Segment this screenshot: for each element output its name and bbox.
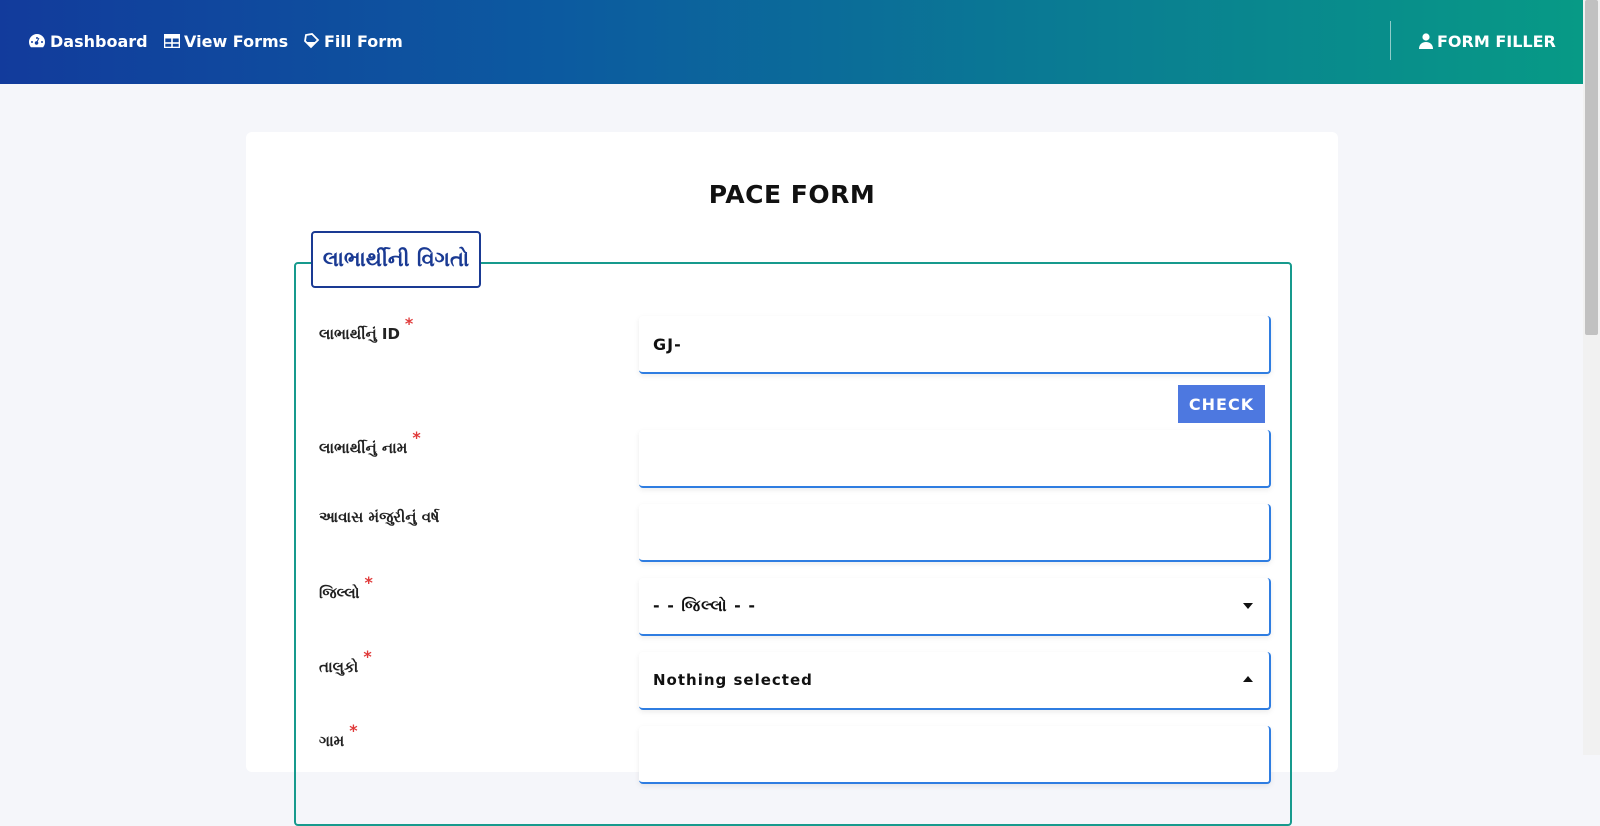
required-mark: * — [412, 428, 421, 447]
form-card: PACE FORM લાભાર્થીની વિગતો લાભાર્થીનું I… — [246, 132, 1338, 826]
required-mark: * — [363, 647, 372, 666]
beneficiary-id-input[interactable]: GJ- — [639, 316, 1271, 374]
beneficiary-id-label-text: લાભાર્થીનું ID — [319, 325, 400, 343]
gauge-icon — [29, 34, 46, 48]
nav-view-forms-label: View Forms — [184, 31, 289, 51]
required-mark: * — [404, 314, 414, 333]
district-label: જિલ્લો* — [319, 573, 373, 602]
beneficiary-name-label-text: લાભાર્થીનું નામ — [319, 439, 408, 457]
page-scrollbar[interactable] — [1583, 0, 1600, 755]
taluka-select[interactable]: Nothing selected — [639, 652, 1271, 710]
beneficiary-name-input[interactable] — [639, 430, 1271, 488]
nav-fill-form-label: Fill Form — [324, 31, 403, 51]
caret-down-icon — [1243, 603, 1253, 609]
approval-year-label-text: આવાસ મંજુરીનું વર્ષ — [319, 508, 440, 526]
taluka-selected-value: Nothing selected — [653, 671, 813, 689]
district-select[interactable]: - - જિલ્લો - - — [639, 578, 1271, 636]
village-label: ગામ* — [319, 721, 358, 750]
fill-icon — [304, 33, 320, 49]
taluka-label: તાલુકો* — [319, 647, 372, 676]
nav-view-forms[interactable]: View Forms — [164, 29, 288, 53]
beneficiary-name-label: લાભાર્થીનું નામ* — [319, 428, 421, 457]
nav-divider — [1390, 21, 1391, 60]
section-legend: લાભાર્થીની વિગતો — [311, 231, 481, 288]
nav-user-menu[interactable]: FORM FILLER — [1419, 29, 1556, 53]
table-icon — [164, 34, 180, 48]
top-navbar: Dashboard View Forms Fill Form FORM FILL… — [0, 0, 1583, 84]
check-button[interactable]: CHECK — [1178, 385, 1265, 423]
beneficiary-id-value: GJ- — [653, 334, 682, 354]
nav-fill-form[interactable]: Fill Form — [303, 29, 403, 53]
taluka-label-text: તાલુકો — [319, 658, 359, 676]
beneficiary-id-label: લાભાર્થીનું ID* — [319, 314, 413, 343]
district-selected-value: - - જિલ્લો - - — [653, 596, 757, 615]
required-mark: * — [349, 721, 358, 740]
approval-year-input[interactable] — [639, 504, 1271, 562]
nav-dashboard-label: Dashboard — [50, 31, 148, 51]
district-label-text: જિલ્લો — [319, 584, 360, 602]
village-label-text: ગામ — [319, 732, 345, 750]
caret-up-icon — [1243, 676, 1253, 682]
form-title: PACE FORM — [708, 180, 876, 209]
scrollbar-thumb[interactable] — [1585, 0, 1598, 335]
user-icon — [1419, 33, 1433, 49]
village-input[interactable] — [639, 726, 1271, 784]
required-mark: * — [364, 573, 373, 592]
nav-user-label: FORM FILLER — [1437, 31, 1556, 51]
nav-dashboard[interactable]: Dashboard — [28, 29, 148, 53]
approval-year-label: આવાસ મંજુરીનું વર્ષ — [319, 508, 439, 526]
